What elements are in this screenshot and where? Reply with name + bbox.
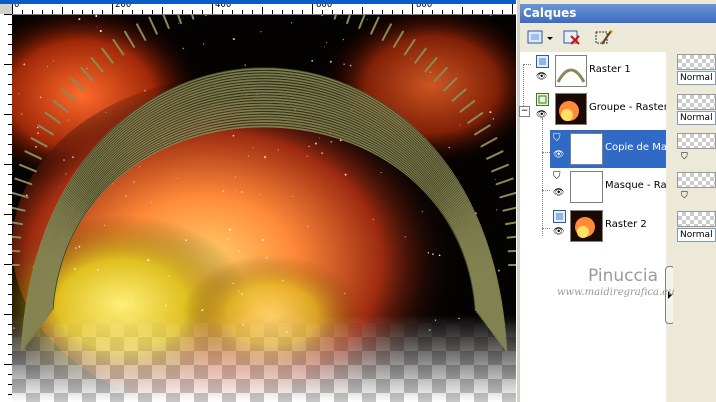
opacity-swatch[interactable] [677, 133, 716, 149]
artwork [12, 15, 516, 402]
raster-layer-icon [553, 210, 566, 223]
delete-layer-icon [563, 30, 580, 45]
document-image[interactable] [12, 15, 516, 402]
layer-row-mask[interactable]: ⛉ 👁 Masque - Raster 2 [550, 168, 666, 206]
tree-line [523, 64, 524, 112]
layers-palette: Calques − 👁 Raster 1 👁 Groupe - Raster ⛉… [519, 0, 673, 402]
vertical-ruler-ticks [4, 14, 12, 395]
palette-toolbar [520, 24, 673, 50]
layer-name: Groupe - Raster 2 [589, 102, 666, 113]
layer-thumbnail [555, 55, 587, 87]
visibility-eye-icon[interactable]: 👁 [553, 188, 564, 198]
visibility-eye-icon[interactable]: 👁 [553, 150, 564, 160]
tree-line [542, 152, 550, 153]
opacity-swatch[interactable] [677, 172, 716, 188]
layer-properties-column: Normal Normal ⛉ ⛉ Normal [673, 0, 716, 402]
mask-indicator-icon: ⛉ [681, 152, 688, 162]
blend-mode-select[interactable]: Normal [677, 71, 716, 85]
window-title-strip [0, 0, 516, 4]
layer-props-mask-copy: ⛉ [677, 133, 716, 167]
blend-mode-select[interactable]: Normal [677, 228, 716, 242]
mask-layer-icon: ⛉ [553, 133, 561, 144]
raster-layer-icon [536, 55, 549, 68]
layer-row-raster-2[interactable]: 👁 Raster 2 [550, 207, 666, 245]
layer-row-raster-1[interactable]: 👁 Raster 1 [532, 52, 666, 90]
delete-layer-button[interactable] [560, 27, 584, 49]
layer-list-scrollbar[interactable] [666, 52, 673, 402]
tree-line [542, 228, 550, 229]
tree-line [542, 118, 543, 236]
blend-mode-select[interactable]: Normal [677, 111, 716, 125]
edit-selection-icon [595, 30, 613, 45]
tree-line [542, 190, 550, 191]
layer-thumbnail [570, 133, 603, 165]
opacity-swatch[interactable] [677, 94, 716, 110]
layer-name: Masque - Raster 2 [605, 180, 666, 191]
opacity-swatch[interactable] [677, 211, 716, 227]
new-layer-button[interactable] [524, 27, 556, 49]
image-canvas-area: 0 200 400 600 800 [0, 0, 516, 402]
layer-props-mask: ⛉ [677, 172, 716, 206]
visibility-eye-icon[interactable]: 👁 [553, 227, 564, 237]
edit-selection-button[interactable] [592, 27, 616, 49]
layer-props-raster-2: Normal [677, 211, 716, 245]
layer-props-group: Normal [677, 94, 716, 128]
layer-thumbnail [555, 93, 587, 125]
layer-props-raster-1: Normal [677, 54, 716, 88]
mask-indicator-icon: ⛉ [681, 191, 688, 201]
visibility-eye-icon[interactable]: 👁 [536, 110, 547, 120]
layer-row-mask-copy[interactable]: ⛉ 👁 Copie de Masque - Raster 2 [550, 130, 666, 168]
new-layer-icon [527, 30, 553, 44]
layer-thumbnail [570, 210, 603, 242]
watermark-name: Pinuccia [588, 266, 658, 286]
layer-name: Raster 2 [605, 219, 647, 230]
palette-title: Calques [520, 4, 673, 23]
layer-list: − 👁 Raster 1 👁 Groupe - Raster ⛉ 👁 Copie… [519, 52, 666, 402]
opacity-swatch[interactable] [677, 54, 716, 70]
layer-name: Copie de Masque - Raster 2 [605, 142, 666, 153]
layer-thumbnail [570, 171, 603, 203]
watermark-url: www.maidiregrafica.eu [557, 287, 675, 298]
group-collapse-toggle[interactable]: − [519, 106, 530, 117]
tree-line [523, 64, 531, 65]
mask-layer-icon: ⛉ [553, 171, 561, 182]
layer-row-group-raster-2[interactable]: 👁 Groupe - Raster 2 [532, 90, 666, 128]
properties-title-bar [673, 4, 716, 23]
layer-name: Raster 1 [589, 64, 631, 75]
group-layer-icon [536, 93, 549, 106]
visibility-eye-icon[interactable]: 👁 [536, 72, 547, 82]
